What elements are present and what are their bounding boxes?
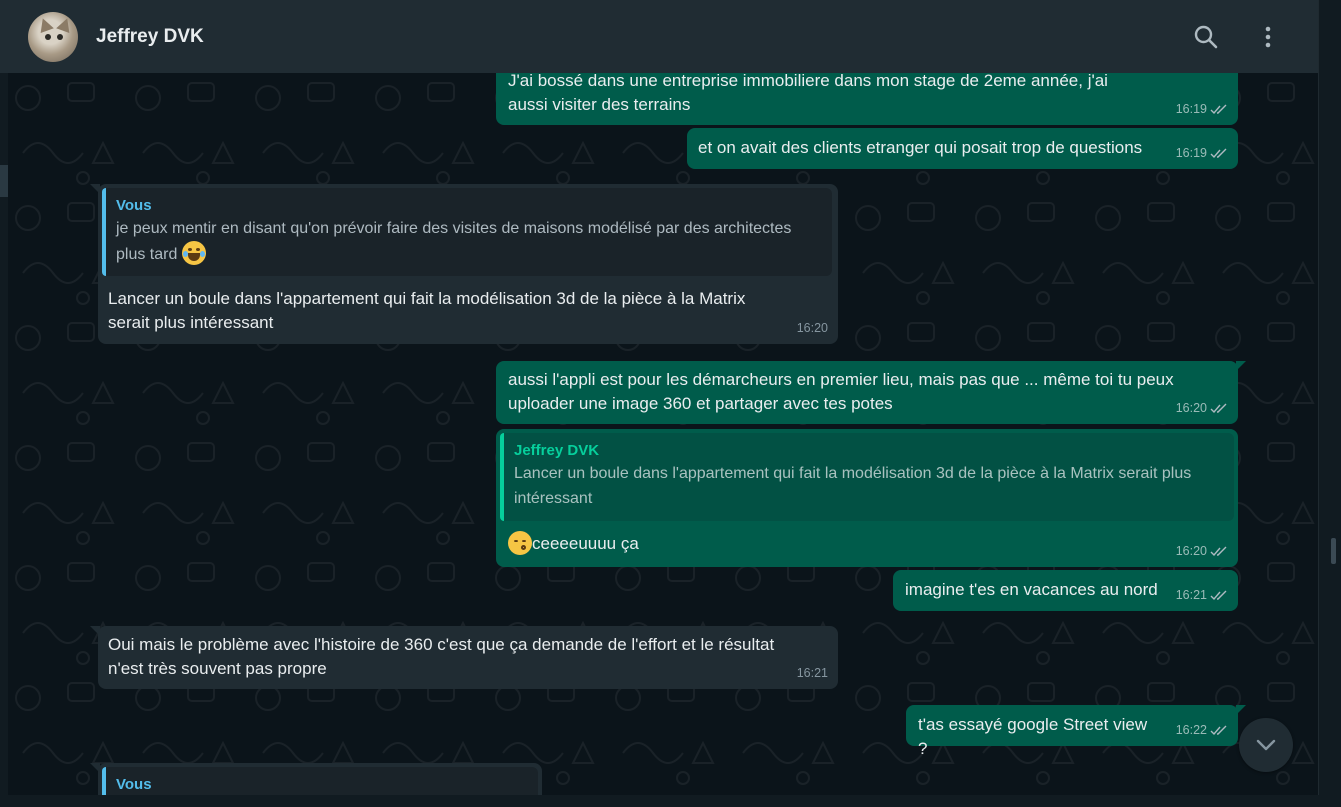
message-time: 16:20 [1175,544,1207,558]
quote-accent-bar [102,188,106,276]
message-time: 16:19 [1175,146,1207,160]
bubble-tail [90,763,100,773]
quote-accent-bar [102,767,106,795]
message-meta: 16:20 [1176,539,1228,563]
bubble-tail [1236,705,1246,715]
message-meta: 16:19 [1176,97,1228,121]
double-check-icon [1210,403,1227,413]
quote-author: Vous [116,197,152,214]
quoted-message[interactable]: Jeffrey DVK Lancer un boule dans l'appar… [500,433,1234,521]
scroll-to-bottom-button[interactable] [1239,718,1293,772]
message-bubble-outgoing[interactable]: t'as essayé google Street view ? 16:22 [906,705,1246,758]
double-check-icon [1210,148,1227,158]
tears-of-joy-emoji [181,241,206,265]
vertical-scrollbar[interactable] [1318,0,1341,807]
message-text: J'ai bossé dans une entreprise immobilie… [508,73,1108,114]
message-time: 16:20 [796,321,828,335]
bubble-tail [90,184,100,194]
quoted-message[interactable]: Vous [102,767,538,795]
left-scrollbar[interactable] [0,73,8,795]
message-meta: 16:19 [1176,141,1228,165]
message-time: 16:21 [796,666,828,680]
left-scroll-thumb[interactable] [0,165,8,197]
header-actions [1192,0,1282,73]
message-time: 16:20 [1175,401,1207,415]
message-bubble-incoming[interactable]: Oui mais le problème avec l'histoire de … [90,626,838,689]
message-meta: 16:20 [797,316,828,340]
message-meta: 16:21 [797,661,828,685]
message-text: t'as essayé google Street view ? [918,715,1148,758]
message-time: 16:19 [1175,102,1207,116]
message-bubble-outgoing[interactable]: aussi l'appli est pour les démarcheurs e… [496,361,1246,424]
search-icon[interactable] [1192,23,1220,51]
message-text: et on avait des clients etranger qui pos… [698,138,1143,157]
message-text: Lancer un boule dans l'appartement qui f… [108,289,746,332]
message-meta: 16:21 [1176,583,1228,607]
bubble-tail [1236,361,1246,371]
message-bubble-outgoing[interactable]: Jeffrey DVK Lancer un boule dans l'appar… [496,429,1238,567]
quote-text: je peux mentir en disant qu'on prévoir f… [116,216,822,267]
cat-avatar-icon[interactable] [28,11,78,62]
chat-window: Jeffrey DVK J'ai bossé dans une entrepri… [0,0,1341,807]
message-text: aussi l'appli est pour les démarcheurs e… [508,370,1174,413]
message-text: imagine t'es en vacances au nord [905,580,1158,599]
message-bubble-incoming[interactable]: Vous [90,763,542,795]
double-check-icon [1210,546,1227,556]
bubble-tail [90,626,100,636]
quote-text-content: je peux mentir en disant qu'on prévoir f… [116,220,792,263]
message-list[interactable]: J'ai bossé dans une entreprise immobilie… [8,73,1318,795]
message-bubble-outgoing[interactable]: et on avait des clients etranger qui pos… [687,128,1238,169]
message-meta: 16:20 [1176,396,1228,420]
message-bubble-outgoing[interactable]: J'ai bossé dans une entreprise immobilie… [496,73,1238,125]
quote-accent-bar [500,433,504,521]
double-check-icon [1210,104,1227,114]
double-check-icon [1210,590,1227,600]
message-meta: 16:22 [1176,718,1228,742]
quoted-message[interactable]: Vous je peux mentir en disant qu'on prév… [102,188,832,276]
message-time: 16:21 [1175,588,1207,602]
double-check-icon [1210,725,1227,735]
horizontal-scrollbar[interactable] [0,795,1341,807]
quote-author: Jeffrey DVK [514,442,600,459]
chat-header: Jeffrey DVK [0,0,1318,73]
kissing-face-emoji [508,531,532,555]
message-bubble-incoming[interactable]: Vous je peux mentir en disant qu'on prév… [90,184,838,344]
message-text: ceeeeuuuu ça [532,534,639,553]
chevron-down-icon [1256,739,1276,751]
quote-author: Vous [116,776,152,793]
contact-name[interactable]: Jeffrey DVK [96,26,204,48]
message-bubble-outgoing[interactable]: imagine t'es en vacances au nord 16:21 [893,570,1238,611]
message-text: Oui mais le problème avec l'histoire de … [108,635,775,678]
message-text-row: ceeeeuuuu ça [500,521,1234,556]
quote-text: Lancer un boule dans l'appartement qui f… [514,465,1192,507]
scrollbar-thumb[interactable] [1331,538,1336,564]
message-time: 16:22 [1175,723,1207,737]
kebab-menu-icon[interactable] [1254,23,1282,51]
